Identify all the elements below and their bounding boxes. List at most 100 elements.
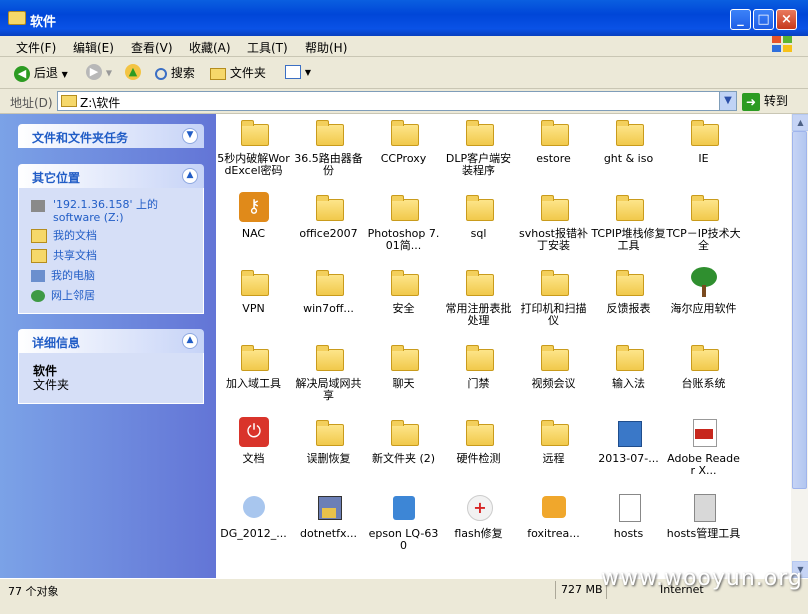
- task-pane: 文件和文件夹任务 ▼ 其它位置 ▲ '192.1.36.158' 上的 soft…: [0, 114, 216, 578]
- folder-icon: [464, 267, 494, 297]
- chevron-up-icon[interactable]: ▲: [182, 168, 198, 184]
- address-value: Z:\软件: [80, 96, 121, 110]
- calculator-icon: [689, 492, 719, 522]
- views-button[interactable]: ▼: [285, 64, 311, 82]
- search-icon: [155, 67, 167, 80]
- up-arrow-icon: ▲: [125, 64, 141, 80]
- file-item-label: DLP客户端安装程序: [445, 152, 512, 177]
- my-computer-icon: [31, 270, 45, 282]
- details-header[interactable]: 详细信息 ▲: [18, 329, 204, 353]
- file-item-label: DG_2012_...: [220, 527, 287, 540]
- minimize-button[interactable]: _: [730, 9, 751, 30]
- close-button[interactable]: ×: [776, 9, 797, 30]
- file-tasks-panel: 文件和文件夹任务 ▼: [18, 124, 204, 148]
- mascot-icon: [239, 492, 269, 522]
- link-network-drive[interactable]: '192.1.36.158' 上的 software (Z:): [31, 198, 191, 224]
- file-item-label: hosts: [613, 527, 644, 540]
- back-button[interactable]: ◀ 后退 ▼: [14, 64, 68, 82]
- menu-tools[interactable]: 工具(T): [247, 39, 288, 56]
- back-dropdown-icon: ▼: [61, 70, 68, 79]
- file-item-label: Photoshop 7.01简...: [367, 227, 440, 252]
- other-places-header[interactable]: 其它位置 ▲: [18, 164, 204, 188]
- folder-icon: [464, 192, 494, 222]
- menu-view[interactable]: 查看(V): [131, 39, 173, 56]
- link-my-computer[interactable]: 我的电脑: [31, 267, 95, 283]
- forward-dropdown-icon: ▼: [105, 68, 112, 78]
- address-bar: 地址(D) Z:\软件 ▼ ➜ 转到: [0, 89, 808, 114]
- other-places-body: '192.1.36.158' 上的 software (Z:) 我的文档 共享文…: [18, 188, 204, 314]
- folder-icon: [689, 192, 719, 222]
- address-dropdown-button[interactable]: ▼: [719, 92, 736, 110]
- folder-icon: [389, 192, 419, 222]
- forward-arrow-icon: ▶: [86, 64, 102, 80]
- link-network-places[interactable]: 网上邻居: [31, 287, 95, 303]
- file-item-label: 海尔应用软件: [670, 302, 737, 315]
- file-item-label: 门禁: [467, 377, 490, 390]
- menu-favorites[interactable]: 收藏(A): [189, 39, 231, 56]
- link-my-documents[interactable]: 我的文档: [31, 227, 97, 243]
- maximize-button[interactable]: □: [753, 9, 774, 30]
- folder-icon: [61, 95, 77, 107]
- file-item-label: epson LQ-630: [368, 527, 439, 552]
- folders-button[interactable]: 文件夹: [210, 64, 266, 82]
- file-item-label: 新文件夹 (2): [371, 452, 436, 465]
- folder-icon: [239, 117, 269, 147]
- folder-icon: [389, 417, 419, 447]
- chevron-down-icon[interactable]: ▼: [182, 128, 198, 144]
- folder-icon: [389, 117, 419, 147]
- window-title: 软件: [30, 15, 57, 30]
- vertical-scrollbar[interactable]: ▲ ▼: [791, 114, 808, 578]
- folder-icon: [539, 342, 569, 372]
- search-button[interactable]: 搜索: [155, 64, 195, 82]
- folder-icon: [210, 67, 226, 80]
- chevron-up-icon[interactable]: ▲: [182, 333, 198, 349]
- address-input[interactable]: Z:\软件 ▼: [57, 91, 737, 111]
- menu-help[interactable]: 帮助(H): [305, 39, 347, 56]
- status-size: 727 MB: [561, 583, 603, 596]
- file-item-label: 加入域工具: [226, 377, 281, 390]
- installer-icon: [614, 417, 644, 447]
- file-item-label: ght & iso: [603, 152, 654, 165]
- go-label: 转到: [763, 94, 788, 108]
- my-documents-icon: [31, 229, 47, 243]
- title-bar[interactable]: 软件 _ □ ×: [0, 0, 808, 36]
- file-item-label: TCPIP堆栈修复工具: [591, 227, 666, 252]
- folder-icon: [464, 342, 494, 372]
- network-places-icon: [31, 290, 45, 302]
- forward-button[interactable]: ▶ ▼: [86, 64, 112, 82]
- other-places-title: 其它位置: [32, 171, 81, 185]
- menu-file[interactable]: 文件(F): [16, 39, 56, 56]
- explorer-window: 软件 _ □ × 文件(F) 编辑(E) 查看(V) 收藏(A) 工具(T) 帮…: [0, 0, 808, 614]
- power-app-icon: ⏻: [239, 417, 269, 447]
- file-item-label: 2013-07-...: [598, 452, 659, 465]
- folder-icon: [314, 417, 344, 447]
- file-item-label: 安全: [392, 302, 415, 315]
- folder-icon: [614, 267, 644, 297]
- views-dropdown-icon: ▼: [304, 68, 311, 77]
- network-drive-icon: [31, 200, 45, 212]
- file-item-label: foxitrea...: [527, 527, 580, 540]
- link-shared-documents[interactable]: 共享文档: [31, 247, 97, 263]
- file-item-label: 5秒内破解WordExcel密码: [217, 152, 290, 177]
- file-item-label: 打印机和扫描仪: [520, 302, 587, 327]
- file-tasks-header[interactable]: 文件和文件夹任务 ▼: [18, 124, 204, 148]
- windows-logo-icon: [772, 36, 794, 54]
- scroll-thumb[interactable]: [792, 131, 807, 489]
- key-app-icon: ⚷: [239, 192, 269, 222]
- folder-icon: [239, 342, 269, 372]
- folder-icon: [314, 267, 344, 297]
- up-folder-button[interactable]: ▲: [125, 64, 141, 82]
- address-label: 地址(D): [10, 96, 53, 110]
- back-arrow-icon: ◀: [14, 65, 30, 82]
- details-body: 软件 文件夹: [18, 353, 204, 404]
- file-item-label: estore: [536, 152, 571, 165]
- details-type: 文件夹: [33, 378, 70, 392]
- foxit-icon: [539, 492, 569, 522]
- file-item-label: 解决局域网共享: [295, 377, 362, 402]
- file-item-label: TCP－IP技术大全: [666, 227, 741, 252]
- back-label: 后退: [33, 66, 58, 80]
- scroll-up-button[interactable]: ▲: [792, 114, 808, 131]
- go-button[interactable]: ➜ 转到: [742, 92, 788, 111]
- folder-icon: [689, 117, 719, 147]
- menu-edit[interactable]: 编辑(E): [73, 39, 114, 56]
